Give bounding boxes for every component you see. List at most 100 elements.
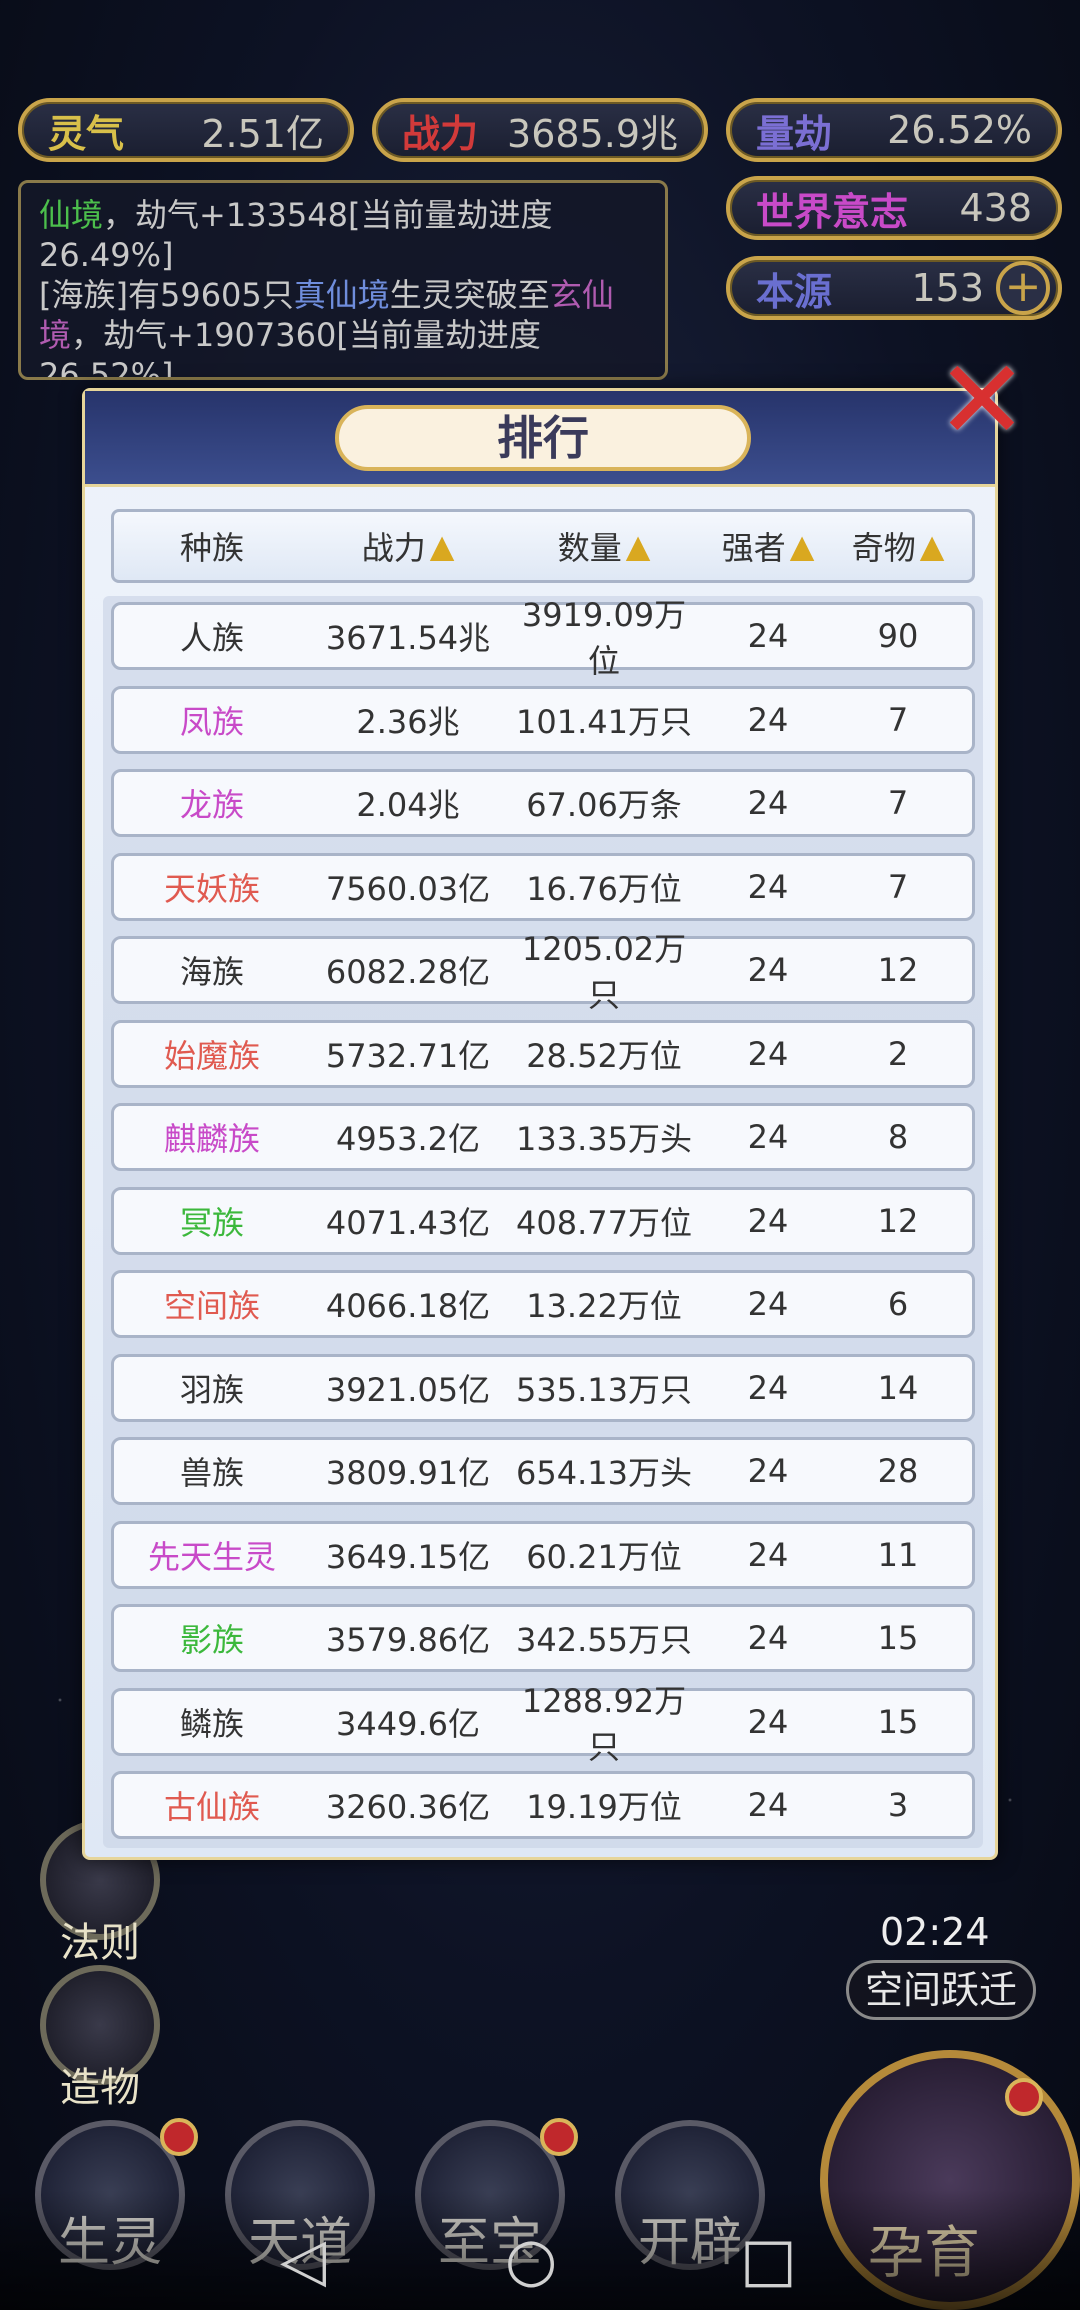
strong-cell: 24	[747, 1702, 789, 1741]
race-cell: 天妖族	[163, 869, 260, 908]
power-cell: 3809.91亿	[325, 1454, 491, 1492]
lingqi-stat[interactable]: 灵气 2.51亿	[18, 98, 354, 162]
race-cell: 龙族	[179, 786, 244, 824]
strong-cell: 24	[747, 1201, 789, 1240]
treasure-cell: 28	[877, 1452, 919, 1490]
home-icon[interactable]: ○	[505, 2225, 557, 2295]
count-cell: 13.22万位	[526, 1287, 682, 1325]
event-log: 仙境，劫气+133548[当前量劫进度26.49%] [海族]有59605只真仙…	[18, 180, 668, 380]
power-cell: 6082.28亿	[325, 953, 491, 991]
jump-timer: 02:24	[880, 1910, 990, 1954]
shijie-stat[interactable]: 世界意志 438	[726, 176, 1062, 240]
liangjie-stat[interactable]: 量劫 26.52%	[726, 98, 1062, 162]
table-row[interactable]: 人族 3671.54兆 3919.09万位 24 90	[111, 596, 975, 680]
count-cell: 1288.92万只	[521, 1681, 687, 1766]
count-cell: 535.13万只	[516, 1370, 692, 1409]
sort-arrow-icon: ▲	[429, 527, 455, 565]
count-cell: 1205.02万只	[521, 930, 687, 1014]
treasure-cell: 7	[887, 867, 909, 906]
treasure-cell: 3	[887, 1786, 909, 1824]
race-cell: 凤族	[179, 702, 244, 741]
sort-arrow-icon: ▲	[789, 527, 815, 565]
count-cell: 60.21万位	[526, 1537, 682, 1576]
table-row[interactable]: 鳞族 3449.6亿 1288.92万只 24 15	[111, 1682, 975, 1766]
ranking-modal: 排行 种族 战力 ▲ 数量 ▲ 强者 ▲ 奇物 ▲ 人族 3671.54兆 3919.09万…	[82, 388, 998, 1860]
table-row[interactable]: 冥族 4071.43亿 408.77万位 24 12	[111, 1186, 975, 1255]
benyuan-stat[interactable]: 本源 153 +	[726, 256, 1062, 320]
shijie-value: 438	[959, 186, 1032, 230]
table-row[interactable]: 麒麟族 4953.2亿 133.35万头 24 8	[111, 1103, 975, 1171]
recent-apps-icon[interactable]: □	[740, 2225, 797, 2295]
log-realm-2: 真仙境	[293, 276, 390, 314]
table-row[interactable]: 始魔族 5732.71亿 28.52万位 24 2	[111, 1019, 975, 1088]
power-cell: 3921.05亿	[325, 1370, 491, 1409]
treasure-cell: 7	[887, 784, 909, 822]
strong-cell: 24	[747, 784, 789, 822]
count-cell: 133.35万头	[516, 1120, 692, 1158]
count-cell: 67.06万条	[526, 786, 682, 824]
header-strong-sort[interactable]: 强者 ▲	[702, 523, 834, 569]
race-cell: 兽族	[179, 1454, 244, 1492]
treasure-cell: 6	[887, 1285, 909, 1323]
sort-arrow-icon: ▲	[919, 527, 945, 565]
power-cell: 4071.43亿	[325, 1203, 491, 1242]
header-count-sort[interactable]: 数量 ▲	[506, 523, 702, 569]
treasure-cell: 14	[877, 1368, 919, 1407]
zhanli-label: 战力	[402, 111, 479, 156]
count-cell: 28.52万位	[526, 1036, 682, 1075]
power-cell: 5732.71亿	[325, 1036, 491, 1075]
table-row[interactable]: 先天生灵 3649.15亿 60.21万位 24 11	[111, 1520, 975, 1589]
power-cell: 3449.6亿	[336, 1704, 480, 1743]
sheng-ling-notification-dot	[160, 2118, 198, 2156]
lingqi-value: 2.51亿	[201, 111, 324, 156]
zhanli-stat[interactable]: 战力 3685.9兆	[372, 98, 708, 162]
table-row[interactable]: 凤族 2.36兆 101.41万只 24 7	[111, 685, 975, 754]
power-cell: 4953.2亿	[336, 1120, 480, 1158]
table-row[interactable]: 空间族 4066.18亿 13.22万位 24 6	[111, 1270, 975, 1338]
treasure-cell: 7	[887, 700, 909, 739]
count-cell: 101.41万只	[516, 702, 692, 741]
table-row[interactable]: 龙族 2.04兆 67.06万条 24 7	[111, 769, 975, 837]
power-cell: 3649.15亿	[325, 1537, 491, 1576]
header-race: 种族	[179, 529, 244, 567]
table-row[interactable]: 古仙族 3260.36亿 19.19万位 24 3	[111, 1771, 975, 1839]
strong-cell: 24	[747, 1452, 789, 1490]
power-cell: 2.36兆	[356, 702, 460, 741]
benyuan-value: 153	[911, 266, 984, 310]
count-cell: 16.76万位	[526, 869, 682, 908]
header-treasure-sort[interactable]: 奇物 ▲	[834, 523, 962, 569]
liangjie-label: 量劫	[756, 111, 833, 156]
space-jump-button[interactable]: 空间跃迁	[846, 1960, 1036, 2020]
race-cell: 麒麟族	[163, 1120, 260, 1158]
header-power-sort[interactable]: 战力 ▲	[310, 523, 506, 569]
modal-title: 排行	[335, 405, 751, 471]
count-cell: 408.77万位	[516, 1203, 692, 1242]
back-icon[interactable]: ◁	[280, 2225, 326, 2295]
table-row[interactable]: 影族 3579.86亿 342.55万只 24 15	[111, 1604, 975, 1672]
yun-yu-notification-dot	[1005, 2078, 1043, 2116]
log-text-2: [海族]有59605只	[39, 276, 294, 314]
strong-cell: 24	[747, 1368, 789, 1407]
add-benyuan-button[interactable]: +	[996, 261, 1050, 315]
treasure-cell: 2	[887, 1034, 909, 1073]
strong-cell: 24	[747, 1619, 789, 1657]
ranking-list[interactable]: 人族 3671.54兆 3919.09万位 24 90 凤族 2.36兆 101.41万只 24…	[103, 596, 983, 1848]
race-cell: 鳞族	[179, 1704, 244, 1743]
table-row[interactable]: 兽族 3809.91亿 654.13万头 24 28	[111, 1437, 975, 1505]
power-cell: 3260.36亿	[325, 1788, 491, 1826]
treasure-cell: 90	[877, 617, 919, 655]
count-cell: 19.19万位	[526, 1788, 682, 1826]
benyuan-label: 本源	[756, 269, 833, 314]
table-row[interactable]: 天妖族 7560.03亿 16.76万位 24 7	[111, 852, 975, 921]
close-icon[interactable]: ✕	[932, 345, 1032, 455]
table-row[interactable]: 羽族 3921.05亿 535.13万只 24 14	[111, 1353, 975, 1422]
power-cell: 3671.54兆	[325, 619, 491, 657]
strong-cell: 24	[747, 1786, 789, 1824]
shijie-label: 世界意志	[756, 189, 909, 234]
zhanli-value: 3685.9兆	[507, 111, 678, 156]
table-row[interactable]: 海族 6082.28亿 1205.02万只 24 12	[111, 930, 975, 1014]
modal-header: 排行	[85, 391, 995, 487]
zao-wu-button[interactable]: 造物	[40, 1965, 160, 2113]
strong-cell: 24	[747, 617, 789, 655]
table-header: 种族 战力 ▲ 数量 ▲ 强者 ▲ 奇物 ▲	[111, 509, 975, 583]
